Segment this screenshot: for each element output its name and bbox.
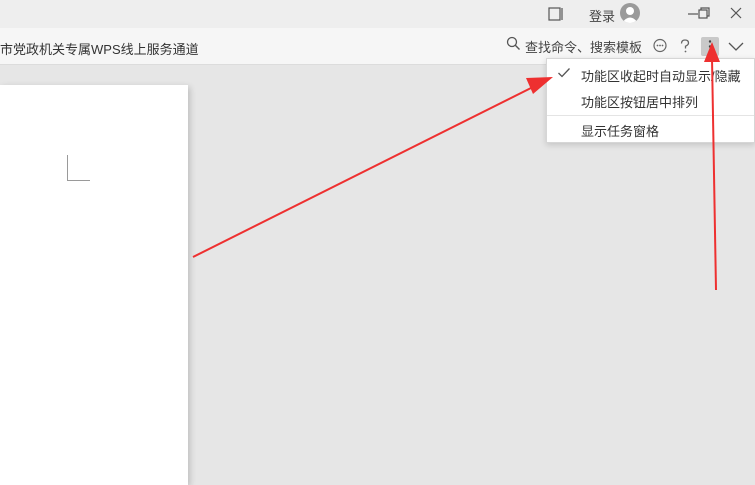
reading-mode-icon[interactable] [547, 5, 565, 28]
search-label: 查找命令、搜索模板 [525, 39, 643, 55]
menu-item-center-buttons[interactable]: 功能区按钮居中排列 [547, 87, 754, 113]
ribbon-options-menu: 功能区收起时自动显示/隐藏 功能区按钮居中排列 显示任务窗格 [546, 58, 755, 143]
help-icon[interactable] [677, 38, 693, 59]
title-bar: 登录 [0, 0, 755, 28]
login-link[interactable]: 登录 [589, 6, 615, 25]
close-icon[interactable] [729, 6, 743, 25]
menu-item-label: 显示任务窗格 [581, 124, 660, 139]
collapse-icon[interactable] [728, 39, 744, 57]
feedback-icon[interactable] [652, 38, 668, 59]
menu-item-label: 功能区收起时自动显示/隐藏 [581, 69, 741, 84]
check-icon [557, 67, 571, 82]
command-search[interactable]: 查找命令、搜索模板 [506, 36, 643, 56]
margin-corner-mark [67, 155, 90, 181]
service-channel-link[interactable]: 市党政机关专属WPS线上服务通道 [0, 39, 199, 58]
menu-item-auto-show-hide[interactable]: 功能区收起时自动显示/隐藏 [547, 61, 754, 87]
search-icon [506, 36, 521, 56]
document-page[interactable] [0, 85, 188, 485]
avatar-icon[interactable] [620, 3, 640, 23]
more-icon[interactable] [701, 37, 719, 56]
restore-icon[interactable] [697, 6, 711, 25]
menu-item-label: 功能区按钮居中排列 [581, 95, 699, 110]
menu-item-show-task-pane[interactable]: 显示任务窗格 [547, 116, 754, 142]
